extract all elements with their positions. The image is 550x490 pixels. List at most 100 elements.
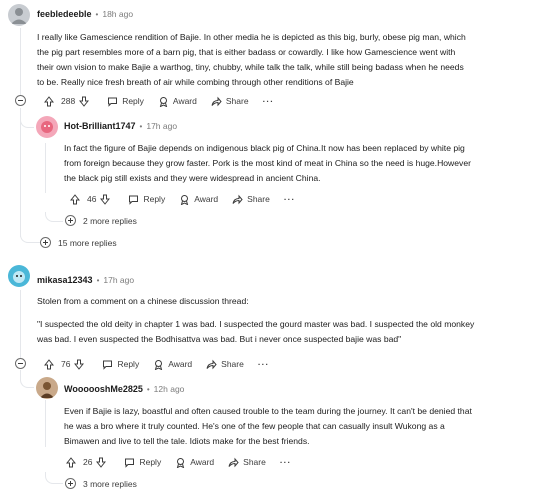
reply-icon [129,195,139,205]
avatar[interactable] [8,4,30,26]
award-button[interactable]: Award [153,359,192,370]
comment-line: from foreign because they grow faster. P… [64,158,471,168]
thread-elbow [20,110,34,128]
more-replies-label: 2 more replies [83,215,137,226]
comment-line: In fact the figure of Bajie depends on i… [64,143,465,153]
downvote-icon [96,457,107,468]
comment-meta: mikasa12343 • 17h ago [37,275,134,285]
comment-line: "I suspected the old deity in chapter 1 … [37,319,475,329]
vote-score: 288 [61,96,76,106]
expand-icon [40,237,51,248]
award-icon [181,194,189,205]
more-options-button[interactable]: ··· [280,457,292,467]
reply-label: Reply [143,194,166,204]
thread-elbow [20,370,34,388]
reply-icon [125,458,135,468]
upvote-button[interactable] [66,456,80,468]
more-replies-label: 15 more replies [58,237,117,248]
share-label: Share [221,359,244,369]
share-button[interactable]: Share [206,359,244,370]
share-icon [211,96,222,106]
more-replies-link[interactable]: 2 more replies [65,215,137,226]
upvote-button[interactable] [44,95,58,107]
separator-dot: • [95,9,99,19]
downvote-button[interactable] [100,194,114,205]
reply-button[interactable]: Reply [102,359,139,370]
comment-line: their own vision to make Bajie a warthog… [37,62,464,72]
upvote-button[interactable] [70,193,84,205]
author-name[interactable]: Hot-Brilliant1747 [64,121,136,131]
reply-label: Reply [117,359,140,369]
share-button[interactable]: Share [211,96,249,107]
avatar[interactable] [36,377,58,399]
award-label: Award [168,359,193,369]
share-icon [206,359,217,369]
avatar[interactable] [8,265,30,287]
expand-icon [65,215,76,226]
reply-button[interactable]: Reply [124,457,161,468]
more-options-button[interactable]: ··· [284,194,296,204]
upvote-icon [44,358,54,369]
more-replies-label: 3 more replies [83,478,137,489]
expand-icon [65,478,76,489]
more-options-button[interactable]: ··· [258,359,270,369]
vote-score: 46 [87,194,97,204]
share-icon [232,194,243,204]
action-bar: 76 Reply Award Share ··· [44,357,283,371]
reply-icon [108,97,118,107]
share-label: Share [225,96,249,106]
thread-line-2 [45,143,46,193]
award-button[interactable]: Award [179,194,218,205]
reply-label: Reply [122,96,144,106]
downvote-icon [79,96,90,107]
downvote-button[interactable] [74,359,88,370]
comment-meta: Hot-Brilliant1747 • 17h ago [64,121,177,131]
downvote-button[interactable] [79,96,93,107]
award-button[interactable]: Award [175,457,214,468]
more-replies-link[interactable]: 3 more replies [65,478,137,489]
comment-body: I really like Gamescience rendition of B… [37,30,547,90]
comment-line: was bad. I even suspected the Bodhisattv… [37,334,402,344]
award-label: Award [190,457,215,467]
separator-dot: • [139,121,143,131]
share-icon [228,457,239,467]
thread-line-4 [45,400,46,447]
upvote-button[interactable] [44,358,58,370]
share-button[interactable]: Share [228,457,266,468]
more-replies-link[interactable]: 15 more replies [40,237,117,248]
upvote-icon [70,193,80,204]
upvote-icon [44,95,54,106]
action-bar: 46 Reply Award Share ··· [70,192,309,206]
award-label: Award [172,96,197,106]
author-name[interactable]: feebledeeble [37,9,92,19]
reply-button[interactable]: Reply [128,194,165,205]
more-options-button[interactable]: ··· [263,96,275,106]
thread-elbow [20,228,40,243]
comment-line: the black pig still exists and they were… [64,173,321,183]
timestamp: 12h ago [153,384,185,394]
award-button[interactable]: Award [158,96,197,107]
thread-line-3 [20,290,21,360]
comment-intro: Stolen from a comment on a chinese discu… [37,296,249,306]
thread-elbow [45,472,63,484]
comment-meta: feebledeeble • 18h ago [37,9,133,19]
share-button[interactable]: Share [232,194,270,205]
downvote-button[interactable] [96,457,110,468]
timestamp: 18h ago [102,9,134,19]
reply-label: Reply [139,457,162,467]
share-label: Share [243,457,266,467]
comment-body: Even if Bajie is lazy, boastful and ofte… [64,404,548,449]
author-name[interactable]: WoooooshMe2825 [64,384,143,394]
reply-button[interactable]: Reply [107,96,144,107]
author-name[interactable]: mikasa12343 [37,275,93,285]
thread-line-1 [20,28,21,102]
thread-line-1b [20,108,21,237]
collapse-thread-button[interactable] [15,358,26,369]
award-icon [155,359,163,370]
reply-icon [103,360,113,370]
collapse-thread-button[interactable] [15,95,26,106]
avatar[interactable] [36,116,58,138]
vote-score: 26 [83,457,93,467]
comment-line: he was a bro where it truly counted. He'… [64,421,445,431]
